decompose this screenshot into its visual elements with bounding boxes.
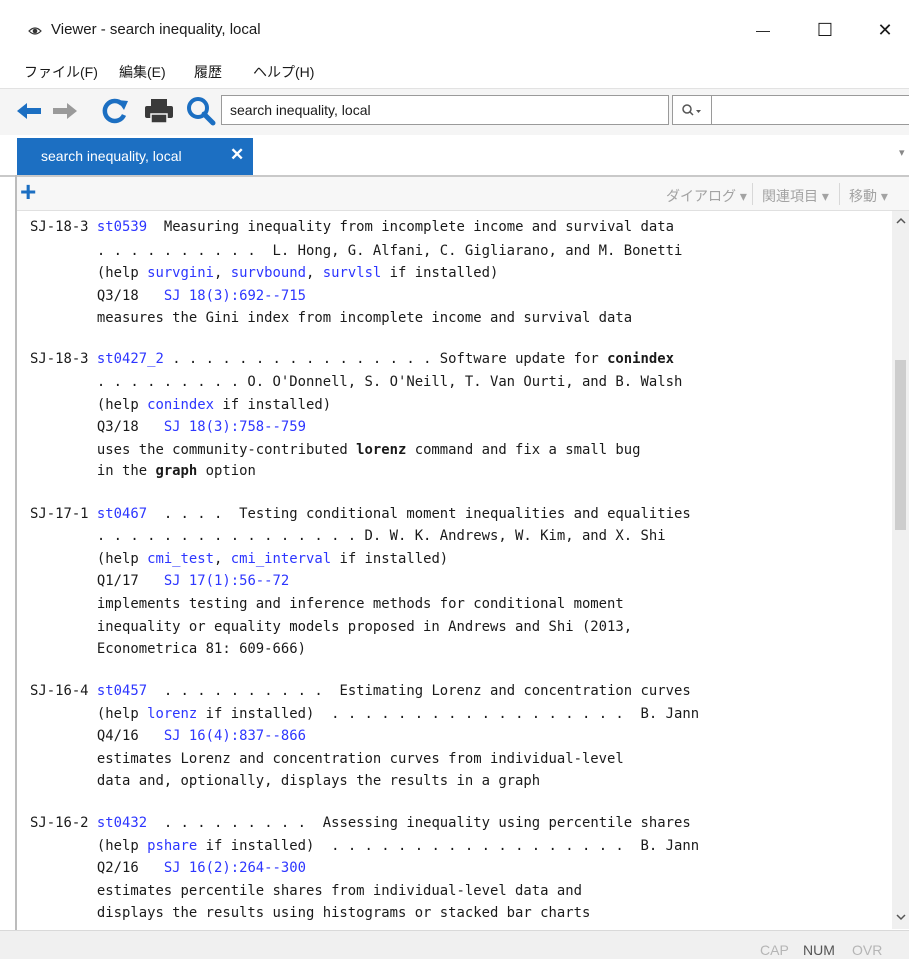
print-icon[interactable]	[143, 97, 175, 125]
issue-line: Q3/18 SJ 18(3):758--759	[30, 419, 306, 435]
description-line: displays the results using histograms or…	[30, 905, 591, 921]
package-link[interactable]: st0427_2	[97, 351, 164, 367]
author-line: . . . . . . . . . . L. Hong, G. Alfani, …	[30, 243, 683, 259]
viewer-subtoolbar: + ダイアログ ▾ 関連項目 ▾ 移動 ▾	[17, 177, 909, 211]
help-line: (help conindex if installed)	[30, 397, 332, 413]
journal-id: SJ-17-1	[30, 506, 89, 522]
help-link[interactable]: pshare	[147, 838, 197, 854]
scroll-down-icon[interactable]	[896, 912, 906, 922]
status-bar: CAP NUM OVR	[0, 930, 909, 959]
divider	[752, 183, 753, 205]
maximize-icon: ☐	[816, 19, 834, 40]
issue-line: Q4/16 SJ 16(4):837--866	[30, 728, 306, 744]
journal-ref-link[interactable]: SJ 17(1):56--72	[164, 573, 289, 589]
help-link[interactable]: conindex	[147, 397, 214, 413]
scroll-up-icon[interactable]	[896, 216, 906, 226]
eye-icon	[28, 27, 42, 35]
issue-line: Q2/16 SJ 16(2):264--300	[30, 860, 306, 876]
minimize-icon: —	[756, 22, 770, 38]
result-title-line: SJ-16-2 st0432 . . . . . . . . . Assessi…	[30, 814, 691, 833]
help-line: (help pshare if installed) . . . . . . .…	[30, 838, 700, 854]
help-link[interactable]: survlsl	[323, 265, 382, 281]
journal-ref-link[interactable]: SJ 18(3):692--715	[164, 288, 306, 304]
tab-close-icon[interactable]: ✕	[230, 145, 244, 165]
window-title: Viewer - search inequality, local	[51, 21, 261, 38]
search-icon[interactable]	[185, 96, 217, 126]
description-line: in the graph option	[30, 463, 256, 479]
status-num: NUM	[803, 942, 835, 958]
article-title: . . . . Testing conditional moment inequ…	[147, 506, 691, 522]
help-link[interactable]: cmi_test	[147, 551, 214, 567]
menu-history[interactable]: 履歴	[194, 62, 222, 82]
back-arrow-icon[interactable]	[14, 99, 44, 123]
description-line: estimates Lorenz and concentration curve…	[30, 751, 624, 767]
status-ovr: OVR	[852, 942, 883, 958]
package-link[interactable]: st0457	[97, 683, 147, 699]
package-link[interactable]: st0539	[97, 219, 147, 235]
description-line: implements testing and inference methods…	[30, 596, 624, 612]
journal-id: SJ-16-2	[30, 815, 89, 831]
scrollbar-thumb[interactable]	[895, 360, 906, 530]
issue-line: Q1/17 SJ 17(1):56--72	[30, 573, 290, 589]
dialog-dropdown[interactable]: ダイアログ ▾	[666, 186, 747, 206]
close-window-button[interactable]: ✕	[862, 12, 908, 48]
tab-search-inequality[interactable]: search inequality, local ✕	[17, 138, 253, 175]
issue-line: Q3/18 SJ 18(3):692--715	[30, 288, 306, 304]
find-dropdown[interactable]	[672, 95, 712, 125]
minimize-button[interactable]: —	[740, 12, 786, 48]
author-line: . . . . . . . . . O. O'Donnell, S. O'Nei…	[30, 374, 683, 390]
vertical-scrollbar[interactable]	[892, 211, 909, 929]
description-line: estimates percentile shares from individ…	[30, 883, 582, 899]
tab-label: search inequality, local	[41, 148, 182, 164]
add-icon[interactable]: +	[20, 177, 36, 207]
divider	[839, 183, 840, 205]
refresh-icon[interactable]	[99, 97, 131, 125]
search-input-value: search inequality, local	[230, 102, 371, 118]
journal-id: SJ-18-3	[30, 351, 89, 367]
journal-ref-link[interactable]: SJ 16(2):264--300	[164, 860, 306, 876]
menu-edit[interactable]: 編集(E)	[119, 62, 166, 82]
result-title-line: SJ-16-4 st0457 . . . . . . . . . . Estim…	[30, 682, 691, 701]
status-cap: CAP	[760, 942, 789, 958]
journal-id: SJ-18-3	[30, 219, 89, 235]
article-title: . . . . . . . . . Assessing inequality u…	[147, 815, 691, 831]
article-title: . . . . . . . . . . . . . . . . Software…	[163, 351, 608, 367]
related-dropdown[interactable]: 関連項目 ▾	[762, 186, 829, 206]
result-title-line: SJ-18-3 st0427_2 . . . . . . . . . . . .…	[30, 351, 674, 367]
help-line: (help lorenz if installed) . . . . . . .…	[30, 706, 700, 722]
find-input[interactable]	[712, 95, 909, 125]
menu-file[interactable]: ファイル(F)	[24, 62, 98, 82]
help-line: (help cmi_test, cmi_interval if installe…	[30, 551, 449, 567]
maximize-button[interactable]: ☐	[802, 12, 848, 48]
article-title: . . . . . . . . . . Estimating Lorenz an…	[147, 683, 691, 699]
description-line: Econometrica 81: 609-666)	[30, 641, 306, 657]
description-line: uses the community-contributed lorenz co…	[30, 442, 641, 458]
journal-ref-link[interactable]: SJ 18(3):758--759	[164, 419, 306, 435]
author-line: . . . . . . . . . . . . . . . . D. W. K.…	[30, 528, 666, 544]
result-title-line: SJ-17-1 st0467 . . . . Testing condition…	[30, 505, 691, 524]
description-line: data and, optionally, displays the resul…	[30, 773, 541, 789]
help-line: (help survgini, survbound, survlsl if in…	[30, 265, 499, 281]
description-line: measures the Gini index from incomplete …	[30, 310, 633, 326]
search-results: SJ-18-3 st0539 Measuring inequality from…	[17, 211, 892, 929]
package-link[interactable]: st0432	[97, 815, 147, 831]
journal-ref-link[interactable]: SJ 16(4):837--866	[164, 728, 306, 744]
article-title: Measuring inequality from incomplete inc…	[147, 219, 674, 235]
description-line: inequality or equality models proposed i…	[30, 619, 633, 635]
tab-list-chevron-icon[interactable]: ▾	[899, 146, 905, 159]
journal-id: SJ-16-4	[30, 683, 89, 699]
menu-help[interactable]: ヘルプ(H)	[253, 62, 314, 82]
find-search-icon	[682, 104, 701, 116]
help-link[interactable]: survgini	[147, 265, 214, 281]
help-link[interactable]: lorenz	[147, 706, 197, 722]
help-link[interactable]: survbound	[231, 265, 306, 281]
move-dropdown[interactable]: 移動 ▾	[849, 186, 888, 206]
forward-arrow-icon[interactable]	[50, 99, 80, 123]
close-icon: ✕	[877, 19, 893, 40]
search-input[interactable]: search inequality, local	[221, 95, 669, 125]
result-title-line: SJ-18-3 st0539 Measuring inequality from…	[30, 218, 674, 237]
menu-bar: ファイル(F) 編集(E) 履歴 ヘルプ(H)	[0, 58, 909, 88]
package-link[interactable]: st0467	[97, 506, 147, 522]
help-link[interactable]: cmi_interval	[231, 551, 331, 567]
